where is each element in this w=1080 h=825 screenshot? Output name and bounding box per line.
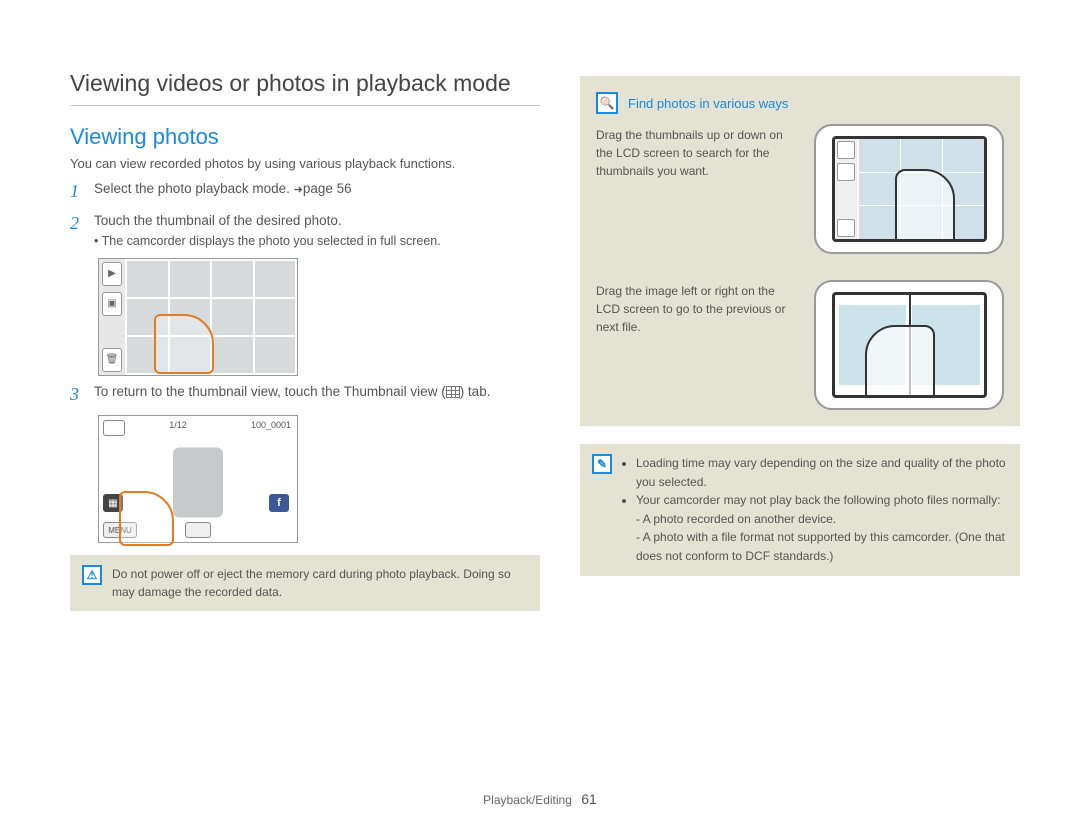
touch-hand-icon xyxy=(154,314,214,374)
info-bullet: Loading time may vary depending on the s… xyxy=(636,454,1008,491)
info-sub-bullet: A photo with a file format not supported… xyxy=(636,528,1008,565)
footer-section: Playback/Editing xyxy=(483,793,572,807)
step-number: 1 xyxy=(70,181,84,203)
step-text-b: ) tab. xyxy=(460,384,491,399)
device-horizontal-drag-illustration xyxy=(814,280,1004,410)
drag-hand-icon xyxy=(865,325,935,398)
share-icon xyxy=(185,522,211,538)
device-vertical-drag-illustration xyxy=(814,124,1004,254)
mode-video-icon: ▶ xyxy=(102,262,122,286)
mode-icon xyxy=(837,163,855,181)
thumbnail-grid-illustration: ▶ ▣ 🗑 xyxy=(98,258,298,376)
section-title: Viewing photos xyxy=(70,124,540,150)
page-number: 61 xyxy=(581,791,597,807)
delete-icon xyxy=(837,219,855,237)
step-1: 1 Select the photo playback mode. page 5… xyxy=(70,181,540,203)
tip-title: Find photos in various ways xyxy=(628,96,788,111)
step-text: Select the photo playback mode. xyxy=(94,181,294,196)
page-footer: Playback/Editing 61 xyxy=(483,791,597,807)
tip-row-text: Drag the thumbnails up or down on the LC… xyxy=(596,124,802,180)
photo-figure xyxy=(173,448,223,518)
mode-photo-icon: ▣ xyxy=(102,292,122,316)
page-title: Viewing videos or photos in playback mod… xyxy=(70,70,540,106)
info-sub-bullet: A photo recorded on another device. xyxy=(636,510,1008,529)
thumbnail-view-icon xyxy=(446,386,460,398)
fullscreen-photo-illustration: 1/12 100_0001 ▦ f MENU xyxy=(98,415,298,543)
touch-hand-icon xyxy=(119,491,174,546)
step-subtext: The camcorder displays the photo you sel… xyxy=(94,234,441,248)
counter-label: 1/12 xyxy=(169,420,187,430)
warning-note: Do not power off or eject the memory car… xyxy=(70,555,540,611)
step-2: 2 Touch the thumbnail of the desired pho… xyxy=(70,213,540,248)
intro-text: You can view recorded photos by using va… xyxy=(70,156,540,171)
page-ref: page 56 xyxy=(303,181,352,196)
step-text-a: To return to the thumbnail view, touch t… xyxy=(94,384,446,399)
info-bullet: Your camcorder may not play back the fol… xyxy=(636,491,1008,565)
mode-icon xyxy=(837,141,855,159)
info-note: Loading time may vary depending on the s… xyxy=(580,444,1020,576)
file-number-label: 100_0001 xyxy=(251,420,291,430)
warning-icon xyxy=(82,565,102,585)
step-3: 3 To return to the thumbnail view, touch… xyxy=(70,384,540,406)
tip-row-text: Drag the image left or right on the LCD … xyxy=(596,280,802,336)
tip-box: Find photos in various ways Drag the thu… xyxy=(580,76,1020,426)
magnify-icon xyxy=(596,92,618,114)
step-number: 2 xyxy=(70,213,84,248)
info-icon xyxy=(592,454,612,474)
facebook-icon: f xyxy=(269,494,289,512)
drag-hand-icon xyxy=(895,169,955,242)
warning-text: Do not power off or eject the memory car… xyxy=(112,565,528,601)
page-ref-icon xyxy=(294,181,303,196)
step-text: Touch the thumbnail of the desired photo… xyxy=(94,213,342,228)
delete-icon: 🗑 xyxy=(102,348,122,372)
step-number: 3 xyxy=(70,384,84,406)
